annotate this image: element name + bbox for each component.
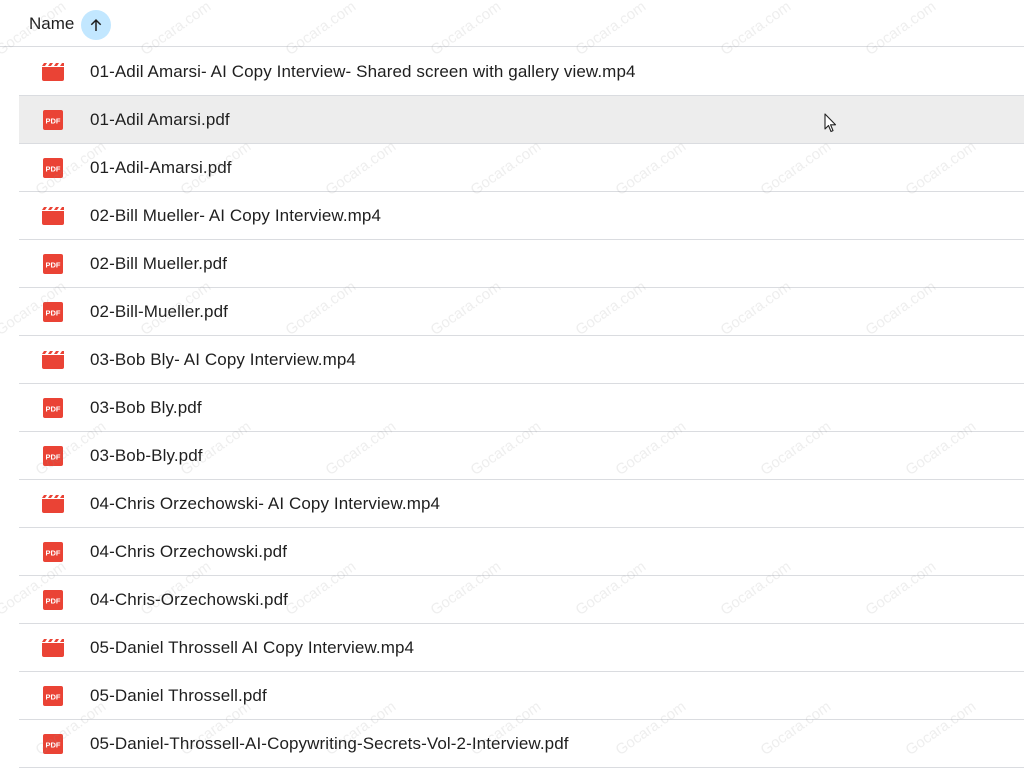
file-row[interactable]: 01-Adil Amarsi- AI Copy Interview- Share… [19, 48, 1024, 96]
file-name: 03-Bob Bly- AI Copy Interview.mp4 [90, 349, 356, 369]
file-name: 05-Daniel Throssell.pdf [90, 685, 267, 705]
file-row[interactable]: PDF 04-Chris Orzechowski.pdf [19, 528, 1024, 576]
file-row[interactable]: 03-Bob Bly- AI Copy Interview.mp4 [19, 336, 1024, 384]
file-row[interactable]: PDF 01-Adil Amarsi.pdf [19, 96, 1024, 144]
file-name: 02-Bill Mueller- AI Copy Interview.mp4 [90, 205, 382, 225]
file-row[interactable]: PDF 03-Bob Bly.pdf [19, 384, 1024, 432]
video-file-icon [42, 61, 64, 83]
pdf-file-icon: PDF [42, 733, 64, 755]
file-name: 04-Chris-Orzechowski.pdf [90, 589, 288, 609]
file-name: 01-Adil Amarsi- AI Copy Interview- Share… [90, 61, 636, 81]
pdf-file-icon: PDF [42, 157, 64, 179]
file-name: 01-Adil-Amarsi.pdf [90, 157, 232, 177]
file-name: 04-Chris Orzechowski.pdf [90, 541, 288, 561]
video-file-icon [42, 493, 64, 515]
pdf-file-icon: PDF [42, 445, 64, 467]
sort-ascending-button[interactable] [81, 10, 111, 40]
file-row[interactable]: 02-Bill Mueller- AI Copy Interview.mp4 [19, 192, 1024, 240]
video-file-icon [42, 205, 64, 227]
pdf-file-icon: PDF [42, 589, 64, 611]
file-name: 03-Bob-Bly.pdf [90, 445, 203, 465]
file-row[interactable]: PDF 04-Chris-Orzechowski.pdf [19, 576, 1024, 624]
video-file-icon [42, 637, 64, 659]
pdf-file-icon: PDF [42, 397, 64, 419]
svg-text:PDF: PDF [46, 452, 61, 461]
svg-text:PDF: PDF [46, 740, 61, 749]
pdf-file-icon: PDF [42, 541, 64, 563]
pdf-file-icon: PDF [42, 253, 64, 275]
svg-text:PDF: PDF [46, 308, 61, 317]
file-name: 05-Daniel-Throssell-AI-Copywriting-Secre… [90, 733, 569, 753]
file-name: 02-Bill-Mueller.pdf [90, 301, 228, 321]
file-name: 03-Bob Bly.pdf [90, 397, 202, 417]
pdf-file-icon: PDF [42, 109, 64, 131]
svg-text:PDF: PDF [46, 596, 61, 605]
file-row[interactable]: PDF 02-Bill Mueller.pdf [19, 240, 1024, 288]
svg-text:PDF: PDF [46, 164, 61, 173]
video-file-icon [42, 349, 64, 371]
svg-text:PDF: PDF [46, 692, 61, 701]
file-browser: Name 01-Adil Amarsi- AI Copy Interview- … [0, 0, 1024, 768]
file-row[interactable]: PDF 05-Daniel-Throssell-AI-Copywriting-Se… [19, 720, 1024, 768]
file-name: 02-Bill Mueller.pdf [90, 253, 228, 273]
file-row[interactable]: PDF 05-Daniel Throssell.pdf [19, 672, 1024, 720]
file-name: 04-Chris Orzechowski- AI Copy Interview.… [90, 493, 441, 513]
file-row[interactable]: PDF 02-Bill-Mueller.pdf [19, 288, 1024, 336]
file-row[interactable]: PDF 03-Bob-Bly.pdf [19, 432, 1024, 480]
pdf-file-icon: PDF [42, 685, 64, 707]
svg-text:PDF: PDF [46, 404, 61, 413]
svg-text:PDF: PDF [46, 548, 61, 557]
svg-text:PDF: PDF [46, 260, 61, 269]
pdf-file-icon: PDF [42, 301, 64, 323]
file-name: 05-Daniel Throssell AI Copy Interview.mp… [90, 637, 415, 657]
arrow-up-icon [90, 19, 102, 31]
name-column-header[interactable]: Name [29, 14, 74, 34]
file-row[interactable]: 04-Chris Orzechowski- AI Copy Interview.… [19, 480, 1024, 528]
svg-text:PDF: PDF [46, 116, 61, 125]
file-list: 01-Adil Amarsi- AI Copy Interview- Share… [19, 48, 1024, 768]
file-row[interactable]: 05-Daniel Throssell AI Copy Interview.mp… [19, 624, 1024, 672]
file-name: 01-Adil Amarsi.pdf [90, 109, 230, 129]
file-row[interactable]: PDF 01-Adil-Amarsi.pdf [19, 144, 1024, 192]
list-header: Name [0, 0, 1024, 47]
